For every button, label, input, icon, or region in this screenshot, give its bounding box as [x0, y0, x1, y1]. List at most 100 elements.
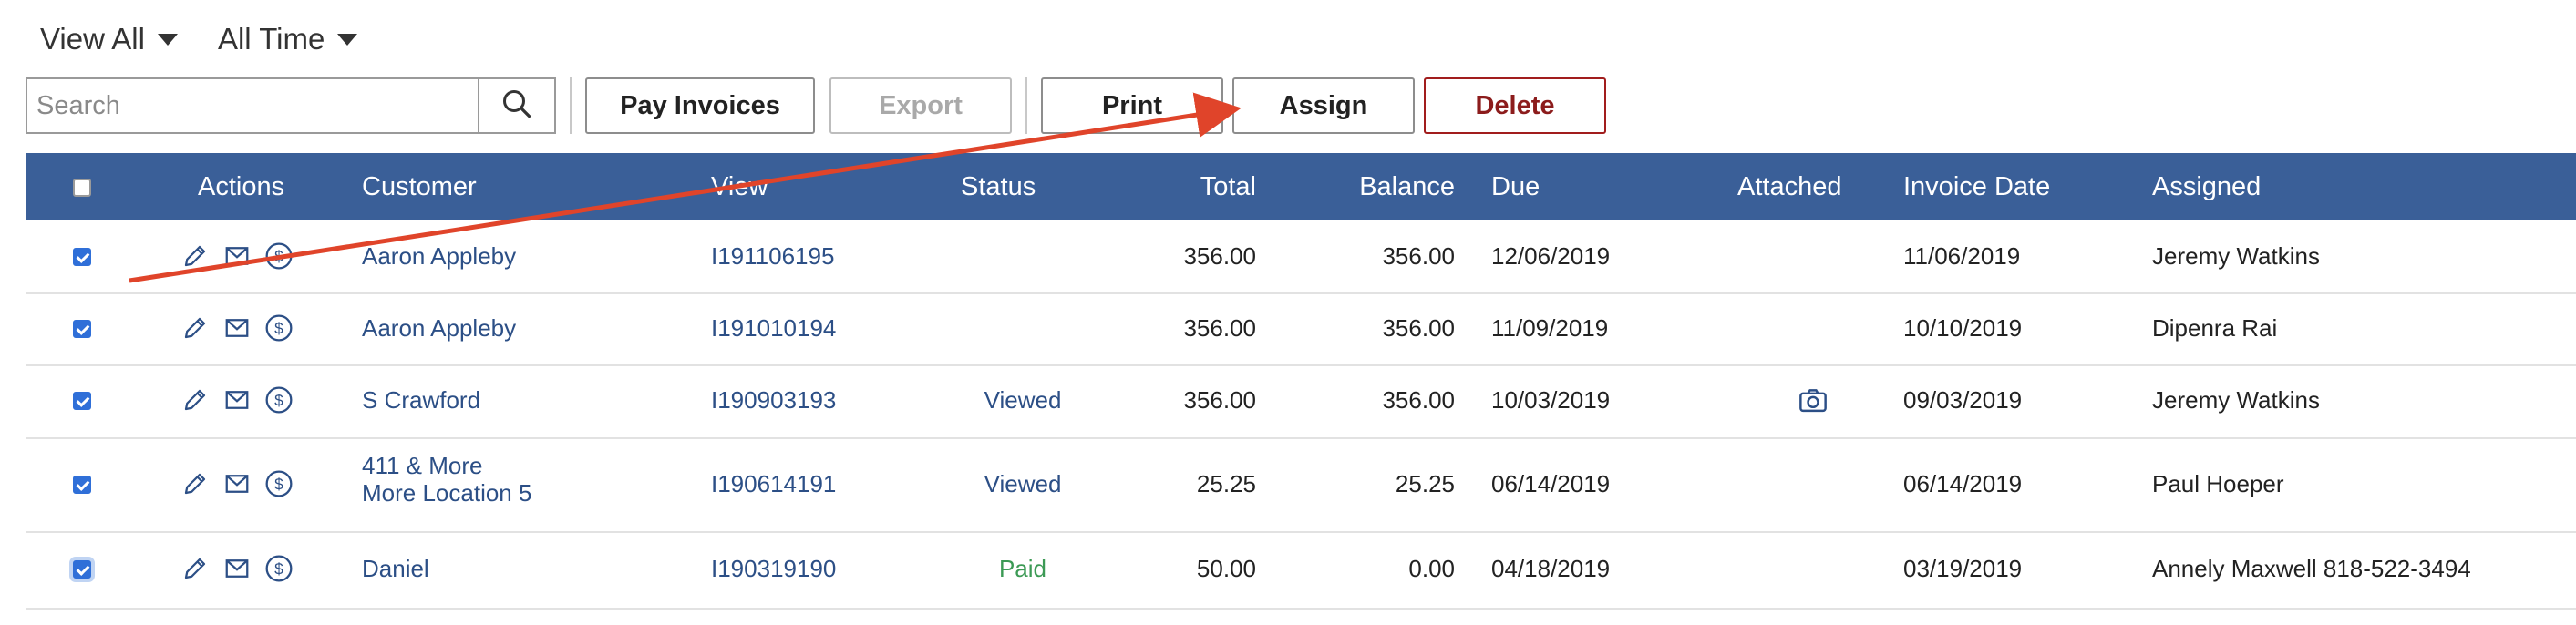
row-actions: $ [178, 383, 296, 417]
invoice-number-link[interactable]: I190319190 [711, 555, 836, 583]
pencil-icon[interactable] [178, 551, 212, 586]
dollar-circle-icon[interactable]: $ [262, 383, 296, 417]
customer-link[interactable]: Daniel [362, 555, 429, 582]
row-checkbox[interactable] [73, 392, 91, 410]
customer-link[interactable]: S Crawford [362, 386, 480, 414]
table-row: $ S Crawford I190903193 Viewed 356.00 356.00 1… [26, 364, 2576, 439]
pencil-icon[interactable] [178, 311, 212, 345]
row-actions: $ [178, 239, 296, 273]
col-balance[interactable]: Balance [1320, 153, 1455, 220]
svg-text:$: $ [274, 560, 283, 579]
col-customer[interactable]: Customer [362, 153, 477, 220]
delete-button[interactable]: Delete [1424, 77, 1606, 134]
total-value: 356.00 [1183, 241, 1256, 270]
table-row: $411 & More More Location 5 I190614191 View… [26, 437, 2576, 533]
table-header: Actions Customer View Status Total Balan… [26, 153, 2576, 220]
total-value: 356.00 [1183, 313, 1256, 342]
assigned-to: Paul Hoeper [2152, 469, 2284, 497]
total-value: 25.25 [1196, 469, 1256, 497]
invoice-date: 03/19/2019 [1903, 555, 2023, 582]
envelope-icon[interactable] [220, 466, 254, 501]
col-due[interactable]: Due [1491, 153, 1540, 220]
table-row-partial [26, 609, 2576, 625]
col-view[interactable]: View [711, 153, 768, 220]
total-value: 356.00 [1183, 386, 1256, 414]
export-button[interactable]: Export [829, 77, 1012, 134]
due-date: 10/03/2019 [1491, 386, 1611, 414]
search-box [26, 77, 556, 134]
time-filter-label: All Time [217, 22, 325, 56]
search-button[interactable] [478, 79, 554, 132]
invoice-number-link[interactable]: I190903193 [711, 386, 836, 415]
col-attached[interactable]: Attached [1737, 153, 1841, 220]
envelope-icon[interactable] [220, 383, 254, 417]
row-actions: $ [178, 466, 296, 501]
invoice-date: 09/03/2019 [1903, 386, 2023, 414]
row-checkbox[interactable] [73, 560, 91, 579]
balance-value: 356.00 [1382, 313, 1455, 342]
col-status[interactable]: Status [961, 153, 1036, 220]
status-badge: Viewed [984, 386, 1062, 414]
assign-button[interactable]: Assign [1232, 77, 1415, 134]
pencil-icon[interactable] [178, 239, 212, 273]
invoice-number-link[interactable]: I190614191 [711, 470, 836, 498]
assigned-to: Dipenra Rai [2152, 313, 2278, 342]
search-input[interactable] [27, 79, 478, 132]
dollar-circle-icon[interactable]: $ [262, 311, 296, 345]
dollar-circle-icon[interactable]: $ [262, 466, 296, 501]
view-filter-dropdown[interactable]: View All [40, 22, 178, 56]
balance-value: 0.00 [1408, 555, 1455, 582]
col-total[interactable]: Total [1156, 153, 1256, 220]
camera-icon[interactable] [1796, 384, 1830, 418]
row-checkbox[interactable] [73, 319, 91, 338]
print-button[interactable]: Print [1041, 77, 1223, 134]
chevron-down-icon [337, 33, 358, 46]
dollar-circle-icon[interactable]: $ [262, 239, 296, 273]
assigned-to: Jeremy Watkins [2152, 241, 2320, 270]
total-value: 50.00 [1196, 555, 1256, 582]
customer-location: More Location 5 [362, 479, 532, 507]
customer-link[interactable]: 411 & More More Location 5 [362, 452, 531, 507]
assigned-to: Annely Maxwell 818-522-3494 [2152, 555, 2471, 582]
svg-text:$: $ [274, 475, 283, 493]
view-filter-label: View All [40, 22, 145, 56]
col-invoice-date[interactable]: Invoice Date [1903, 153, 2050, 220]
filter-bar: View All All Time [40, 22, 358, 56]
customer-name: 411 & More [362, 452, 483, 479]
customer-link[interactable]: Aaron Appleby [362, 314, 516, 342]
select-all-checkbox[interactable] [73, 179, 91, 197]
due-date: 06/14/2019 [1491, 469, 1611, 497]
invoice-number-link[interactable]: I191010194 [711, 314, 836, 343]
envelope-icon[interactable] [220, 551, 254, 586]
envelope-icon[interactable] [220, 239, 254, 273]
time-filter-dropdown[interactable]: All Time [217, 22, 358, 56]
customer-name: Aaron Appleby [362, 241, 517, 270]
dollar-circle-icon[interactable]: $ [262, 551, 296, 586]
customer-name: Daniel [362, 555, 429, 582]
row-actions: $ [178, 311, 296, 345]
envelope-icon[interactable] [220, 311, 254, 345]
customer-link[interactable]: Aaron Appleby [362, 242, 516, 270]
search-icon [500, 87, 533, 125]
invoice-date: 06/14/2019 [1903, 469, 2023, 497]
balance-value: 356.00 [1382, 241, 1455, 270]
col-assigned[interactable]: Assigned [2152, 153, 2261, 220]
svg-text:$: $ [274, 247, 283, 265]
status-badge: Viewed [984, 469, 1062, 497]
toolbar-divider [570, 77, 572, 134]
pencil-icon[interactable] [178, 466, 212, 501]
svg-text:$: $ [274, 319, 283, 337]
row-checkbox[interactable] [73, 475, 91, 494]
customer-name: S Crawford [362, 386, 481, 414]
invoice-date: 11/06/2019 [1903, 241, 2021, 270]
balance-value: 25.25 [1395, 469, 1455, 497]
row-checkbox[interactable] [73, 247, 91, 266]
row-actions: $ [178, 551, 296, 586]
invoice-date: 10/10/2019 [1903, 313, 2023, 342]
balance-value: 356.00 [1382, 386, 1455, 414]
due-date: 04/18/2019 [1491, 555, 1611, 582]
pencil-icon[interactable] [178, 383, 212, 417]
invoice-number-link[interactable]: I191106195 [711, 242, 834, 271]
pay-invoices-button[interactable]: Pay Invoices [585, 77, 815, 134]
status-badge: Paid [998, 555, 1047, 582]
